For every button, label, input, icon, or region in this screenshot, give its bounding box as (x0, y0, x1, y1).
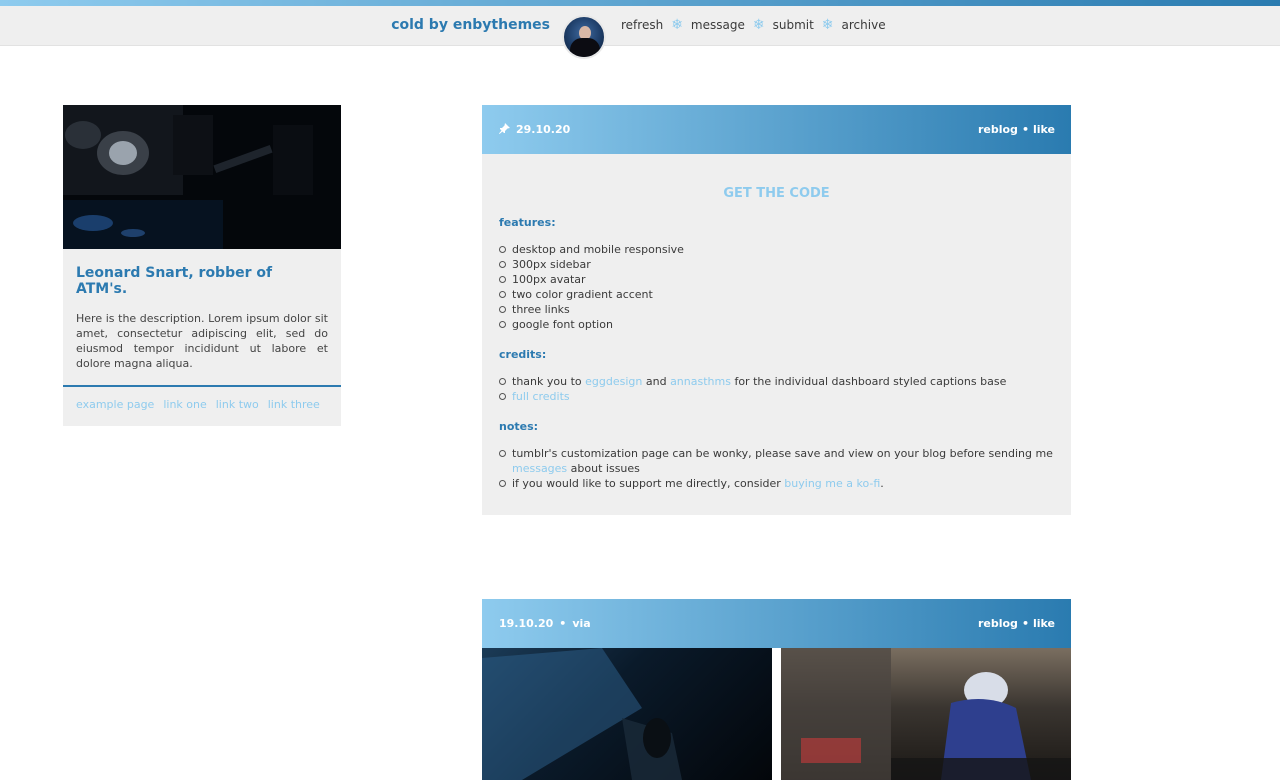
sidebar-link-one[interactable]: link one (163, 398, 206, 411)
photo-stairwell-scene[interactable] (781, 648, 1071, 780)
snowflake-icon: ❄ (821, 17, 834, 33)
pin-icon (499, 122, 510, 137)
post-actions: reblog • like (978, 617, 1055, 630)
list-item: three links (499, 302, 1054, 317)
like-link[interactable]: like (1033, 617, 1055, 630)
post-date[interactable]: 29.10.20 (516, 123, 570, 136)
photo-dark-scene[interactable] (482, 648, 772, 780)
note-text: about issues (567, 462, 640, 475)
like-link[interactable]: like (1033, 123, 1055, 136)
note-text: tumblr's customization page can be wonky… (512, 447, 1053, 460)
post-date[interactable]: 19.10.20 (499, 617, 553, 630)
notes-heading: notes: (499, 420, 539, 433)
credit-text: for the individual dashboard styled capt… (730, 375, 1007, 388)
features-list: desktop and mobile responsive 300px side… (499, 242, 1054, 332)
list-item: desktop and mobile responsive (499, 242, 1054, 257)
avatar-figure-coat (570, 38, 600, 57)
snowflake-icon: ❄ (671, 17, 683, 33)
notes-list: tumblr's customization page can be wonky… (499, 446, 1054, 491)
post-actions: reblog • like (978, 123, 1055, 136)
list-item: two color gradient accent (499, 287, 1054, 302)
list-item: if you would like to support me directly… (499, 476, 1054, 491)
blog-title[interactable]: cold by enbythemes (391, 17, 550, 33)
list-item: full credits (499, 389, 1054, 404)
sidebar-description: Here is the description. Lorem ipsum dol… (76, 312, 328, 370)
sidebar-link-three[interactable]: link three (268, 398, 320, 411)
avatar[interactable] (562, 15, 606, 59)
reblog-link[interactable]: reblog (978, 617, 1018, 630)
nav-message-link[interactable]: message (691, 18, 745, 32)
credit-text: and (642, 375, 671, 388)
list-item: 300px sidebar (499, 257, 1054, 272)
sidebar: Leonard Snart, robber of ATM's. Here is … (63, 105, 341, 426)
sidebar-link-two[interactable]: link two (216, 398, 259, 411)
credits-list: thank you to eggdesign and annasthms for… (499, 374, 1054, 404)
note-text: . (880, 477, 884, 490)
features-heading: features: (499, 216, 556, 229)
list-item: 100px avatar (499, 272, 1054, 287)
top-navigation-bar: cold by enbythemes refresh ❄ message ❄ s… (0, 6, 1280, 46)
reblog-link[interactable]: reblog (978, 123, 1018, 136)
post-header: 29.10.20 reblog • like (482, 105, 1071, 154)
list-item: tumblr's customization page can be wonky… (499, 446, 1054, 476)
credit-text: thank you to (512, 375, 586, 388)
list-item: thank you to eggdesign and annasthms for… (499, 374, 1054, 389)
sidebar-links: example page link one link two link thre… (63, 387, 341, 426)
ko-fi-link[interactable]: buying me a ko-fi (784, 477, 880, 490)
sidebar-header-image (63, 105, 341, 249)
post-header: 19.10.20 • via reblog • like (482, 599, 1071, 648)
nav-archive-link[interactable]: archive (842, 18, 886, 32)
meta-separator: • (559, 617, 567, 630)
nav-submit-link[interactable]: submit (773, 18, 814, 32)
nav-links: refresh ❄ message ❄ submit ❄ archive (621, 18, 886, 32)
list-item: google font option (499, 317, 1054, 332)
snowflake-icon: ❄ (752, 17, 765, 33)
post-meta: 19.10.20 • via (499, 617, 591, 630)
text-post: 29.10.20 reblog • like GET THE CODE feat… (482, 105, 1071, 515)
eggdesign-link[interactable]: eggdesign (585, 375, 642, 388)
via-link[interactable]: via (572, 617, 590, 630)
motorcycle-scene-image (63, 105, 341, 249)
action-separator: • (1021, 617, 1029, 630)
messages-link[interactable]: messages (512, 462, 567, 475)
photoset (482, 648, 1071, 780)
full-credits-link[interactable]: full credits (512, 390, 570, 403)
action-separator: • (1021, 123, 1029, 136)
sidebar-title: Leonard Snart, robber of ATM's. (76, 265, 273, 297)
nav-refresh-link[interactable]: refresh (621, 18, 663, 32)
get-the-code-link[interactable]: GET THE CODE (499, 186, 1054, 201)
sidebar-link-example-page[interactable]: example page (76, 398, 154, 411)
credits-heading: credits: (499, 348, 547, 361)
post-meta: 29.10.20 (499, 122, 570, 137)
annasthms-link[interactable]: annasthms (670, 375, 731, 388)
photoset-post: 19.10.20 • via reblog • like (482, 599, 1071, 780)
post-body: GET THE CODE features: desktop and mobil… (482, 186, 1071, 491)
note-text: if you would like to support me directly… (512, 477, 785, 490)
